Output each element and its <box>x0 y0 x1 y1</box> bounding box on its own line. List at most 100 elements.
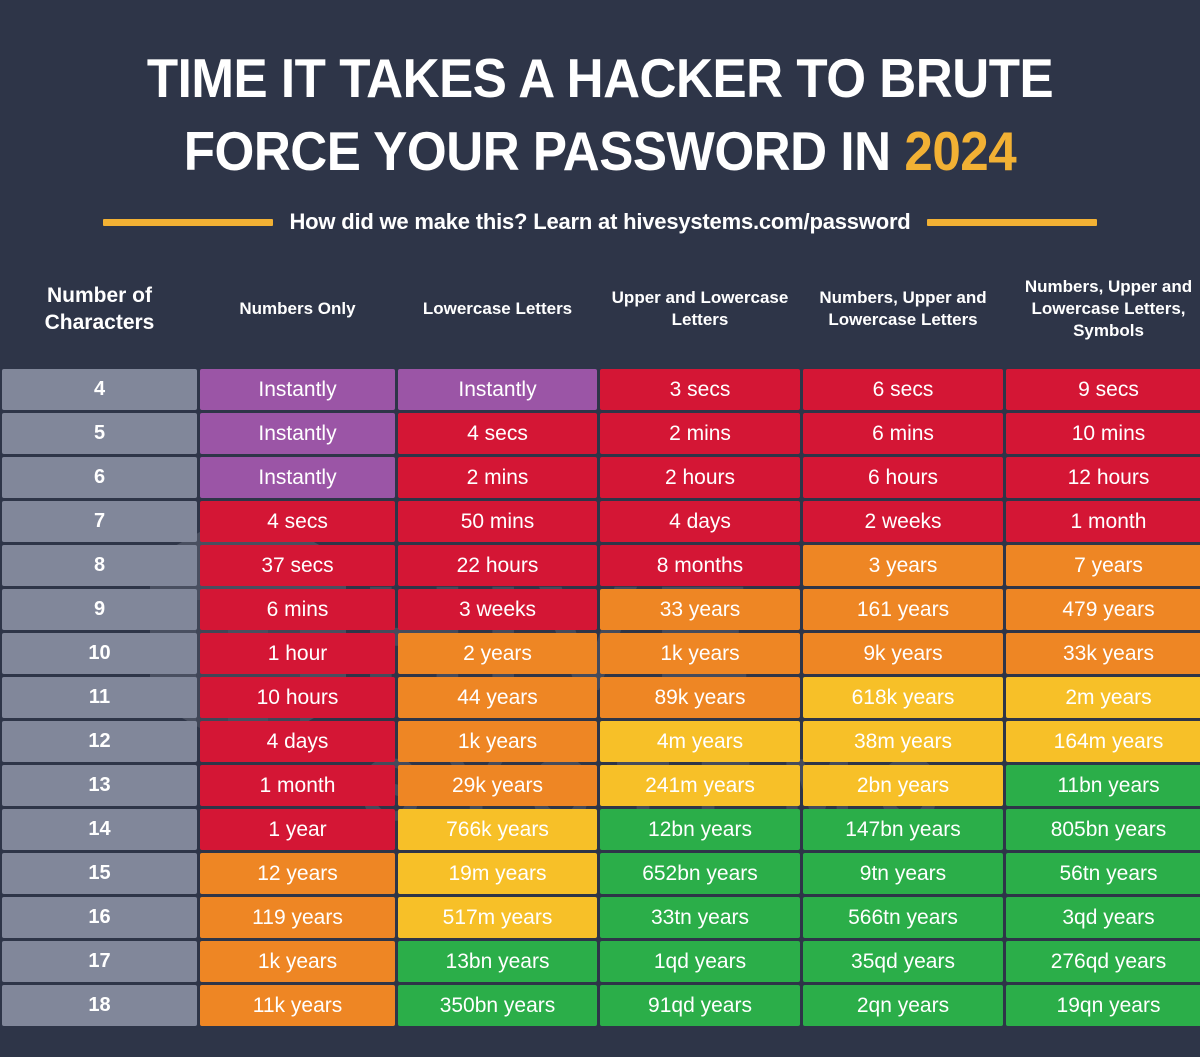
crack-time-cell: 4 days <box>200 721 395 763</box>
row-label-character-count: 16 <box>2 897 197 939</box>
title-line-1: TIME IT TAKES A HACKER TO BRUTE <box>146 47 1054 109</box>
crack-time-cell: 44 years <box>398 677 597 719</box>
crack-time-cell: Instantly <box>200 413 395 455</box>
table-row: 96 mins 3 weeks 33 years 161 years 479 years <box>2 589 1200 631</box>
row-label-character-count: 4 <box>2 369 197 411</box>
title-year: 2024 <box>904 119 1017 182</box>
crack-time-cell: 2bn years <box>803 765 1003 807</box>
column-header-lowercase: Lowercase Letters <box>422 299 573 319</box>
crack-time-cell: 4 secs <box>398 413 597 455</box>
crack-time-cell: 33k years <box>1006 633 1200 675</box>
crack-time-cell: 89k years <box>600 677 800 719</box>
crack-time-cell: 8 months <box>600 545 800 587</box>
crack-time-cell: 2 years <box>398 633 597 675</box>
crack-time-cell: 517m years <box>398 897 597 939</box>
column-header-upper-lower: Upper and Lowercase Letters <box>611 288 789 330</box>
crack-time-cell: 2 mins <box>600 413 800 455</box>
crack-time-cell: 19qn years <box>1006 985 1200 1027</box>
crack-time-cell: 1 year <box>200 809 395 851</box>
crack-time-cell: Instantly <box>200 369 395 411</box>
crack-time-cell: 10 hours <box>200 677 395 719</box>
table-row: 18 11k years 350bn years 91qd years 2qn year… <box>2 985 1200 1027</box>
rule-left <box>103 218 274 226</box>
crack-time-cell: 1qd years <box>600 941 800 983</box>
table-row: 14 1 year 766k years 12bn years 147bn years 8… <box>2 809 1200 851</box>
table-header-row: Number of Characters Numbers Only Lowerc… <box>2 253 1198 365</box>
crack-time-cell: 3 years <box>803 545 1003 587</box>
crack-time-cell: 29k years <box>398 765 597 807</box>
crack-time-cell: 9tn years <box>803 853 1003 895</box>
crack-time-cell: 9k years <box>803 633 1003 675</box>
crack-time-cell: 241m years <box>600 765 800 807</box>
row-label-character-count: 18 <box>2 985 197 1027</box>
title-block: TIME IT TAKES A HACKER TO BRUTE FORCE YO… <box>0 0 1200 187</box>
infographic-root: HIVE SYSTEMS TIME IT TAKES A HACKER TO B… <box>0 0 1200 1057</box>
column-header-characters: Number of Characters <box>44 283 155 335</box>
table-row: 5 Instantly 4 secs 2 mins 6 mins 10 mins <box>2 413 1200 455</box>
row-label-character-count: 13 <box>2 765 197 807</box>
crack-time-cell: 56tn years <box>1006 853 1200 895</box>
table-row: 6 Instantly 2 mins 2 hours 6 hours 12 hours <box>2 457 1200 499</box>
crack-time-cell: 3 secs <box>600 369 800 411</box>
crack-time-cell: 652bn years <box>600 853 800 895</box>
title-line-2-text: FORCE YOUR PASSWORD IN <box>183 119 905 182</box>
crack-time-cell: 2 mins <box>398 457 597 499</box>
table-row: 13 1 month 29k years 241m years 2bn years 11b… <box>2 765 1200 807</box>
crack-time-cell: 19m years <box>398 853 597 895</box>
title-line-2: FORCE YOUR PASSWORD IN 2024 <box>74 115 1127 188</box>
table-row: 16 119 years 517m years 33tn years 566tn yea… <box>2 897 1200 939</box>
crack-time-cell: 1 month <box>200 765 395 807</box>
crack-time-cell: 1k years <box>200 941 395 983</box>
crack-time-cell: 1 hour <box>200 633 395 675</box>
crack-time-cell: 11bn years <box>1006 765 1200 807</box>
crack-time-cell: 119 years <box>200 897 395 939</box>
crack-time-cell: 12 years <box>200 853 395 895</box>
crack-time-cell: 4 days <box>600 501 800 543</box>
row-label-character-count: 5 <box>2 413 197 455</box>
table-row: 74 secs 50 mins 4 days 2 weeks 1 month <box>2 501 1200 543</box>
crack-time-cell: 6 secs <box>803 369 1003 411</box>
crack-time-cell: 33tn years <box>600 897 800 939</box>
table-row: 8 37 secs 22 hours 8 months 3 years 7 years <box>2 545 1200 587</box>
crack-time-cell: 805bn years <box>1006 809 1200 851</box>
crack-time-cell: 10 mins <box>1006 413 1200 455</box>
crack-time-cell: 276qd years <box>1006 941 1200 983</box>
row-label-character-count: 11 <box>2 677 197 719</box>
row-label-character-count: 15 <box>2 853 197 895</box>
crack-time-cell: 13bn years <box>398 941 597 983</box>
crack-time-cell: 37 secs <box>200 545 395 587</box>
table-row: 4 Instantly Instantly 3 secs 6 secs 9 secs <box>2 369 1200 411</box>
crack-time-cell: 6 mins <box>803 413 1003 455</box>
table-body: 4 Instantly Instantly 3 secs 6 secs 9 secs 5 In… <box>2 369 1200 1027</box>
crack-time-cell: 566tn years <box>803 897 1003 939</box>
crack-time-cell: 11k years <box>200 985 395 1027</box>
crack-time-cell: 35qd years <box>803 941 1003 983</box>
crack-time-cell: 766k years <box>398 809 597 851</box>
password-crack-table: Number of Characters Numbers Only Lowerc… <box>0 253 1200 1027</box>
crack-time-cell: 6 mins <box>200 589 395 631</box>
row-label-character-count: 14 <box>2 809 197 851</box>
crack-time-cell: Instantly <box>398 369 597 411</box>
crack-time-cell: 1k years <box>600 633 800 675</box>
crack-time-cell: 147bn years <box>803 809 1003 851</box>
subtitle-text: How did we make this? Learn at hivesyste… <box>289 209 911 235</box>
crack-time-cell: 479 years <box>1006 589 1200 631</box>
crack-time-cell: 7 years <box>1006 545 1200 587</box>
crack-time-cell: 3qd years <box>1006 897 1200 939</box>
crack-time-cell: 4m years <box>600 721 800 763</box>
crack-time-cell: 2 weeks <box>803 501 1003 543</box>
row-label-character-count: 6 <box>2 457 197 499</box>
crack-time-cell: Instantly <box>200 457 395 499</box>
row-label-character-count: 10 <box>2 633 197 675</box>
crack-time-cell: 2 hours <box>600 457 800 499</box>
row-label-character-count: 12 <box>2 721 197 763</box>
crack-time-cell: 22 hours <box>398 545 597 587</box>
subtitle-row: How did we make this? Learn at hivesyste… <box>0 209 1200 235</box>
crack-time-cell: 618k years <box>803 677 1003 719</box>
crack-time-cell: 9 secs <box>1006 369 1200 411</box>
table-row: 11 10 hours 44 years 89k years 618k years 2m … <box>2 677 1200 719</box>
row-label-character-count: 17 <box>2 941 197 983</box>
row-label-character-count: 7 <box>2 501 197 543</box>
crack-time-cell: 33 years <box>600 589 800 631</box>
table-row: 15 12 years 19m years 652bn years 9tn years 5… <box>2 853 1200 895</box>
